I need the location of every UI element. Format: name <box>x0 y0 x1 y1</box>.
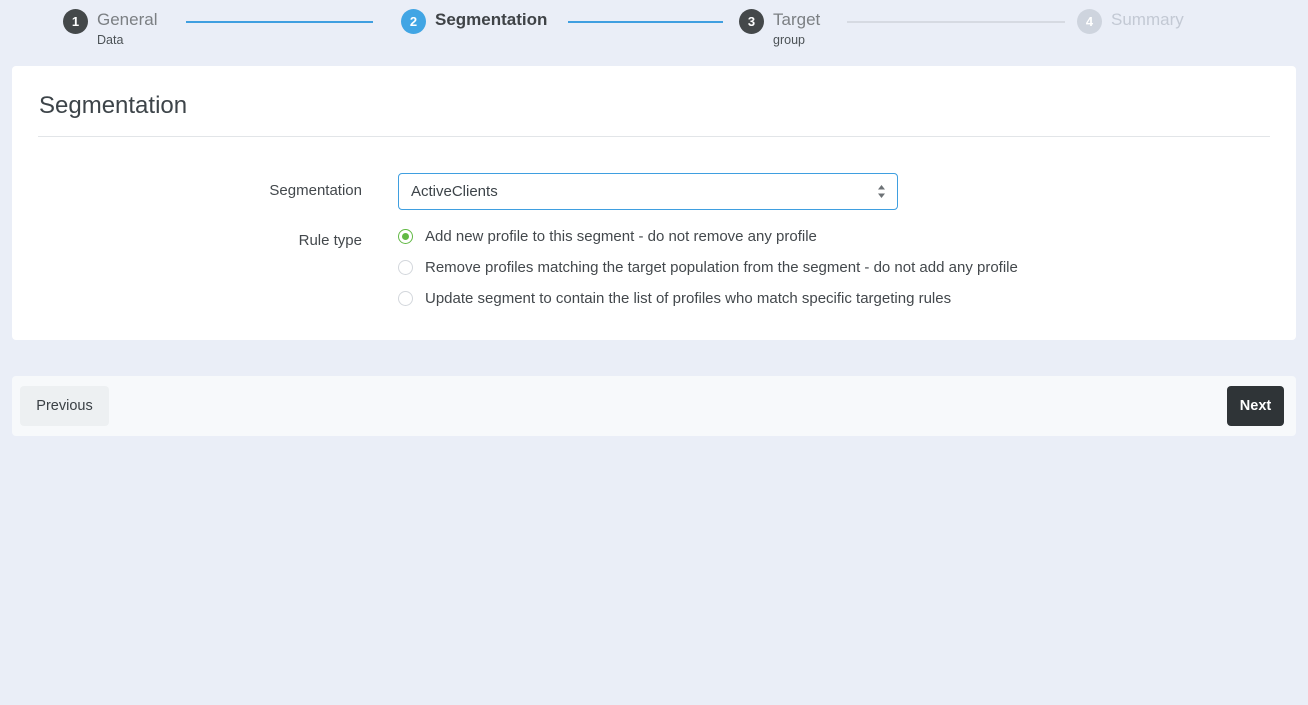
stepper-step-4-number: 4 <box>1077 9 1102 34</box>
wizard-footer: Previous Next <box>12 376 1296 436</box>
stepper-step-3-label: Target <box>773 10 821 29</box>
rule-type-option-remove-label: Remove profiles matching the target popu… <box>425 259 1018 276</box>
stepper-connector-2-3 <box>568 21 723 23</box>
stepper-step-target[interactable]: 3 Target group <box>739 9 820 47</box>
stepper-connector-1-2 <box>186 21 373 23</box>
rule-type-option-remove[interactable]: Remove profiles matching the target popu… <box>398 259 1018 276</box>
rule-type-option-update[interactable]: Update segment to contain the list of pr… <box>398 290 1018 307</box>
card-body: Segmentation Segmentation Rule type <box>12 66 1296 340</box>
segmentation-select-wrap <box>398 173 898 210</box>
segmentation-label: Segmentation <box>269 182 362 199</box>
form-row-segmentation: Segmentation <box>38 173 1270 210</box>
stepper-step-segmentation[interactable]: 2 Segmentation <box>401 9 547 34</box>
title-divider <box>38 136 1270 137</box>
radio-icon-remove[interactable] <box>398 260 413 275</box>
stepper-step-2-number: 2 <box>401 9 426 34</box>
page-title: Segmentation <box>39 92 188 119</box>
radio-icon-add[interactable] <box>398 229 413 244</box>
stepper-step-1-number: 1 <box>63 9 88 34</box>
stepper-step-summary: 4 Summary <box>1077 9 1184 34</box>
radio-icon-update[interactable] <box>398 291 413 306</box>
next-button[interactable]: Next <box>1227 386 1284 426</box>
stepper-step-3-number: 3 <box>739 9 764 34</box>
stepper-step-3-sublabel: group <box>773 33 805 47</box>
stepper-step-1-sublabel: Data <box>97 33 124 47</box>
segmentation-card: Segmentation Segmentation Rule type <box>12 66 1296 340</box>
stepper-connector-3-4 <box>847 21 1065 23</box>
previous-button[interactable]: Previous <box>20 386 109 426</box>
form-row-rule-type: Rule type Add new profile to this segmen… <box>38 226 1270 307</box>
stepper-step-2-label: Segmentation <box>435 10 548 29</box>
rule-type-option-add-label: Add new profile to this segment - do not… <box>425 228 817 245</box>
rule-type-option-update-label: Update segment to contain the list of pr… <box>425 290 952 307</box>
rule-type-label: Rule type <box>298 232 362 249</box>
rule-type-option-add[interactable]: Add new profile to this segment - do not… <box>398 228 1018 245</box>
wizard-stepper: 1 General Data 2 Segmentation 3 Target g… <box>0 0 1308 56</box>
segmentation-select[interactable] <box>398 173 898 210</box>
stepper-step-4-label: Summary <box>1111 10 1184 29</box>
rule-type-radio-group: Add new profile to this segment - do not… <box>398 226 1018 307</box>
stepper-step-general[interactable]: 1 General Data <box>63 9 157 47</box>
stepper-step-1-label: General <box>97 10 158 29</box>
